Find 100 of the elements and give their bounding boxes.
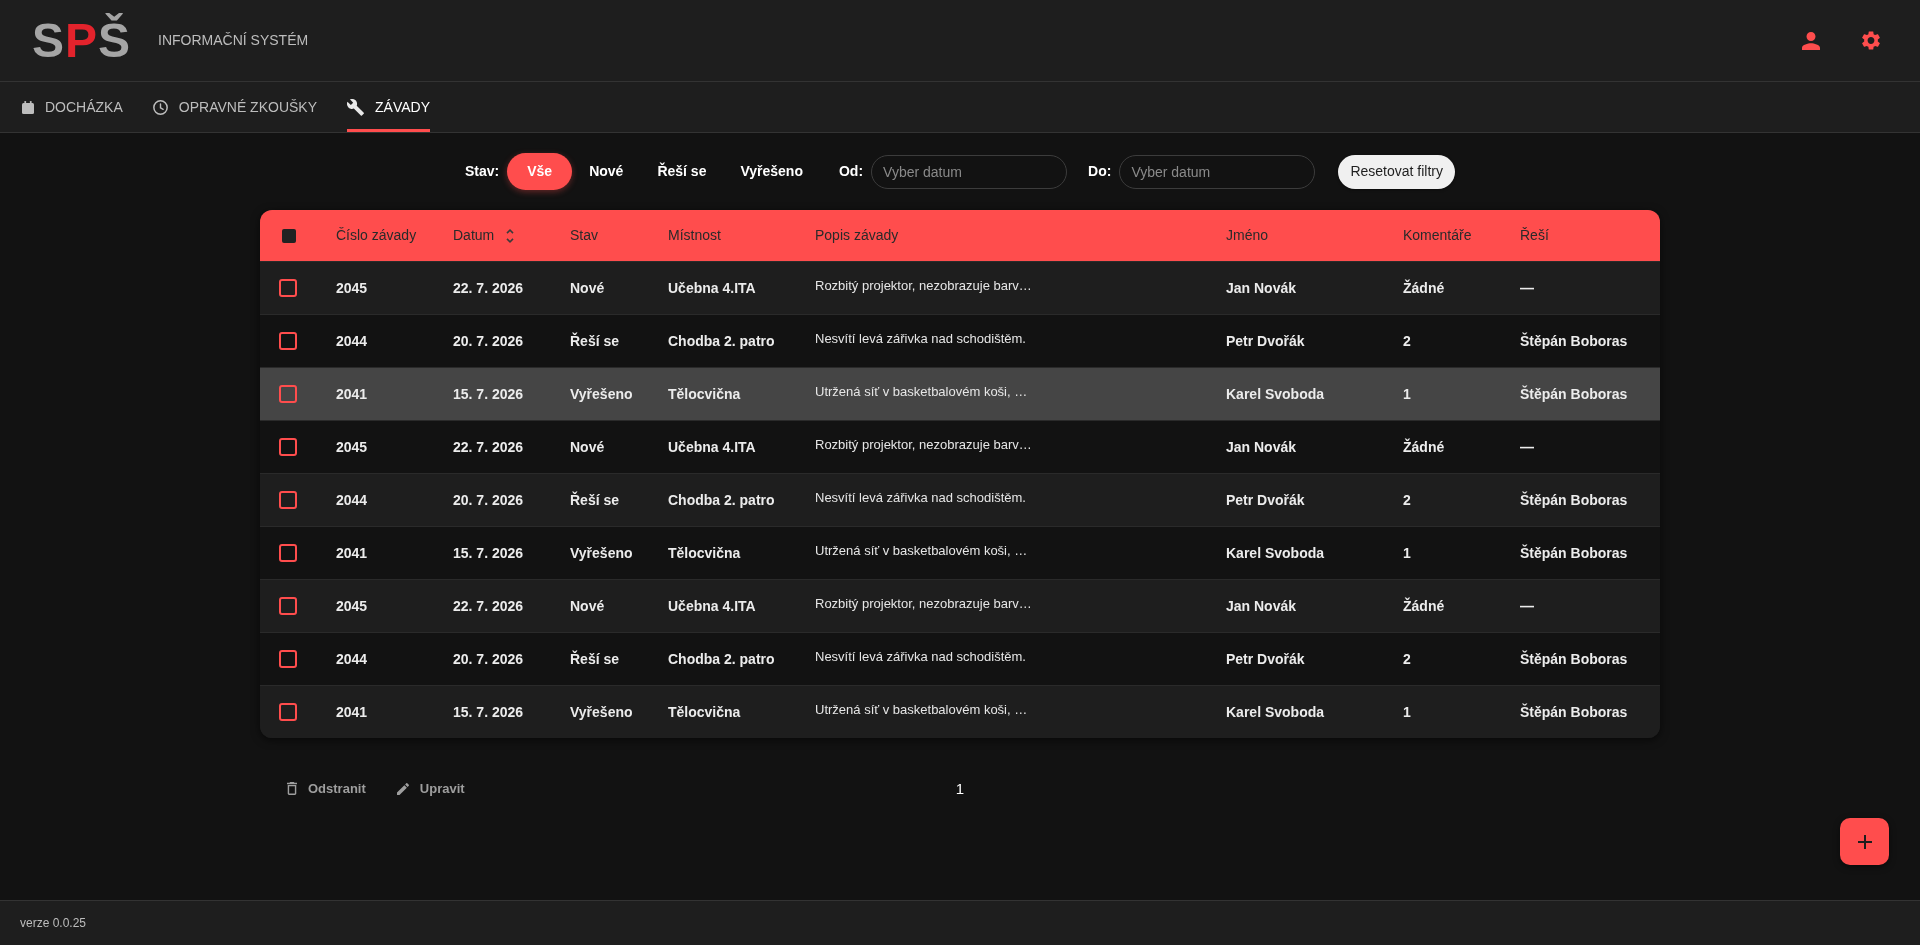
table-cell-text: Rozbitý projektor, nezobrazuje barv… — [815, 276, 1032, 295]
page-number[interactable]: 1 — [955, 777, 965, 800]
row-checkbox[interactable] — [279, 438, 297, 456]
pencil-icon — [396, 782, 409, 795]
date-field[interactable]: Vyber datum — [1119, 154, 1316, 189]
app-title: INFORMAČNÍ SYSTÉM — [158, 31, 309, 50]
table-row[interactable]: 2044 20. 7. 2026 Řeší se Chodba 2. patro Nesvítí levá zářivka nad schodištěm. Petr Dvořák 2 Štěpán Boboras — [260, 473, 1660, 526]
table-cell-text: 2041 — [336, 384, 368, 404]
table-cell-text: Nesvítí levá zářivka nad schodištěm. — [815, 647, 1026, 666]
filter-label: Od: — [838, 162, 864, 181]
tab[interactable]: DOCHÁZKA — [22, 82, 123, 132]
table-row[interactable]: 2045 22. 7. 2026 Nové Učebna 4.ITA Rozbitý projektor, nezobrazuje barv… Jan Novák Žádné — — [260, 420, 1660, 473]
table-cell-text: 2 — [1403, 490, 1411, 510]
table-cell-text: Utržená síť v basketbalovém koši, … — [815, 382, 1028, 401]
table-cell-text: Petr Dvořák — [1226, 331, 1305, 351]
row-checkbox[interactable] — [279, 544, 297, 562]
table-cell-text: Vyřešeno — [570, 702, 633, 722]
table-cell-text: 22. 7. 2026 — [453, 596, 524, 616]
table-cell-text: 1 — [1403, 702, 1411, 722]
table-cell-text: Tělocvična — [668, 702, 741, 722]
table-row[interactable]: 2041 15. 7. 2026 Vyřešeno Tělocvična Utržená síť v basketbalovém koši, … Karel Svoboda 1 Štěpán Boboras — [260, 685, 1660, 738]
table-cell-text: 22. 7. 2026 — [453, 278, 524, 298]
table-cell-text: Petr Dvořák — [1226, 490, 1305, 510]
table-cell-text: Učebna 4.ITA — [668, 596, 756, 616]
table-cell-text: Řeší se — [570, 331, 620, 351]
table-cell-text: Vyřešeno — [570, 384, 633, 404]
table-cell-text: Jan Novák — [1226, 437, 1297, 457]
row-checkbox[interactable] — [279, 650, 297, 668]
row-checkbox[interactable] — [279, 491, 297, 509]
table-cell-text: Žádné — [1403, 437, 1445, 457]
table-cell-text: 22. 7. 2026 — [453, 437, 524, 457]
table-cell-text: — — [1520, 437, 1534, 457]
table-cell-text: 2045 — [336, 596, 368, 616]
table-cell-text: Tělocvična — [668, 384, 741, 404]
table-cell-text: Žádné — [1403, 596, 1445, 616]
table-cell-text: Štěpán Boboras — [1520, 384, 1628, 404]
table-cell-text: Chodba 2. patro — [668, 331, 775, 351]
table-cell-text: — — [1520, 278, 1534, 298]
column-header: Popis závady — [815, 226, 899, 245]
calendar-icon — [22, 100, 34, 114]
table-row[interactable]: 2041 15. 7. 2026 Vyřešeno Tělocvična Utržená síť v basketbalovém koši, … Karel Svoboda 1 Štěpán Boboras — [260, 526, 1660, 579]
table-cell-text: 15. 7. 2026 — [453, 543, 524, 563]
status-filter-button[interactable]: Vyřešeno — [723, 153, 820, 190]
filter-label: Stav: — [465, 162, 500, 181]
tab[interactable]: ZÁVADY — [347, 82, 430, 132]
table-cell-text: Tělocvična — [668, 543, 741, 563]
table-cell-text: Nesvítí levá zářivka nad schodištěm. — [815, 329, 1026, 348]
status-filter-button[interactable]: Řeší se — [640, 153, 724, 190]
table-cell-text: Štěpán Boboras — [1520, 649, 1628, 669]
settings-icon[interactable] — [1862, 31, 1880, 50]
table-cell-text: 2044 — [336, 490, 368, 510]
clock-icon — [152, 99, 168, 115]
add-button[interactable] — [1840, 818, 1889, 865]
table-cell-text: 1 — [1403, 543, 1411, 563]
table-cell-text: Jan Novák — [1226, 596, 1297, 616]
row-checkbox[interactable] — [279, 597, 297, 615]
table-cell-text: 2041 — [336, 702, 368, 722]
column-header: Komentáře — [1403, 226, 1472, 245]
table-cell-text: Karel Svoboda — [1226, 702, 1325, 722]
column-header: Řeší — [1520, 226, 1549, 245]
table-cell-text: Štěpán Boboras — [1520, 702, 1628, 722]
table-cell-text: 20. 7. 2026 — [453, 649, 524, 669]
column-header: Jméno — [1226, 226, 1269, 245]
table-cell-text: Utržená síť v basketbalovém koši, … — [815, 541, 1028, 560]
table-row[interactable]: 2044 20. 7. 2026 Řeší se Chodba 2. patro Nesvítí levá zářivka nad schodištěm. Petr Dvořák 2 Štěpán Boboras — [260, 314, 1660, 367]
table-row[interactable]: 2045 22. 7. 2026 Nové Učebna 4.ITA Rozbitý projektor, nezobrazuje barv… Jan Novák Žádné — — [260, 579, 1660, 632]
row-checkbox[interactable] — [279, 703, 297, 721]
table-cell-text: — — [1520, 596, 1534, 616]
reset-filters-button[interactable]: Resetovat filtry — [1338, 154, 1455, 189]
table-cell-text: 1 — [1403, 384, 1411, 404]
row-checkbox[interactable] — [279, 385, 297, 403]
table-cell-text: Učebna 4.ITA — [668, 278, 756, 298]
table-cell-text: 20. 7. 2026 — [453, 490, 524, 510]
table-cell-text: 2044 — [336, 649, 368, 669]
column-header[interactable]: Datum — [453, 225, 515, 246]
table-row[interactable]: 2045 22. 7. 2026 Nové Učebna 4.ITA Rozbitý projektor, nezobrazuje barv… Jan Novák Žádné — — [260, 261, 1660, 314]
table-cell-text: Nové — [570, 596, 605, 616]
table-cell-text: Nové — [570, 278, 605, 298]
status-filter-button[interactable]: Nové — [572, 153, 641, 190]
table-cell-text: Štěpán Boboras — [1520, 490, 1628, 510]
table-row[interactable]: 2041 15. 7. 2026 Vyřešeno Tělocvična Utržená síť v basketbalovém koši, … Karel Svoboda 1 Štěpán Boboras — [260, 367, 1660, 420]
table-cell-text: Nové — [570, 437, 605, 457]
row-checkbox[interactable] — [279, 332, 297, 350]
table-cell-text: 2 — [1403, 331, 1411, 351]
table-cell-text: Učebna 4.ITA — [668, 437, 756, 457]
row-checkbox[interactable] — [279, 279, 297, 297]
date-field[interactable]: Vyber datum — [871, 154, 1068, 189]
table-cell-text: 2 — [1403, 649, 1411, 669]
table-cell-text: Rozbitý projektor, nezobrazuje barv… — [815, 435, 1032, 454]
table-cell-text: Štěpán Boboras — [1520, 331, 1628, 351]
table-cell-text: 2041 — [336, 543, 368, 563]
table-cell-text: 2045 — [336, 437, 368, 457]
table-cell-text: Chodba 2. patro — [668, 490, 775, 510]
tab[interactable]: OPRAVNÉ ZKOUŠKY — [152, 82, 317, 132]
table-cell-text: Chodba 2. patro — [668, 649, 775, 669]
column-header: Stav — [570, 226, 598, 245]
select-all-checkbox[interactable] — [282, 228, 296, 243]
table-row[interactable]: 2044 20. 7. 2026 Řeší se Chodba 2. patro Nesvítí levá zářivka nad schodištěm. Petr Dvořák 2 Štěpán Boboras — [260, 632, 1660, 685]
table-cell-text: Vyřešeno — [570, 543, 633, 563]
user-icon[interactable] — [1802, 31, 1820, 50]
